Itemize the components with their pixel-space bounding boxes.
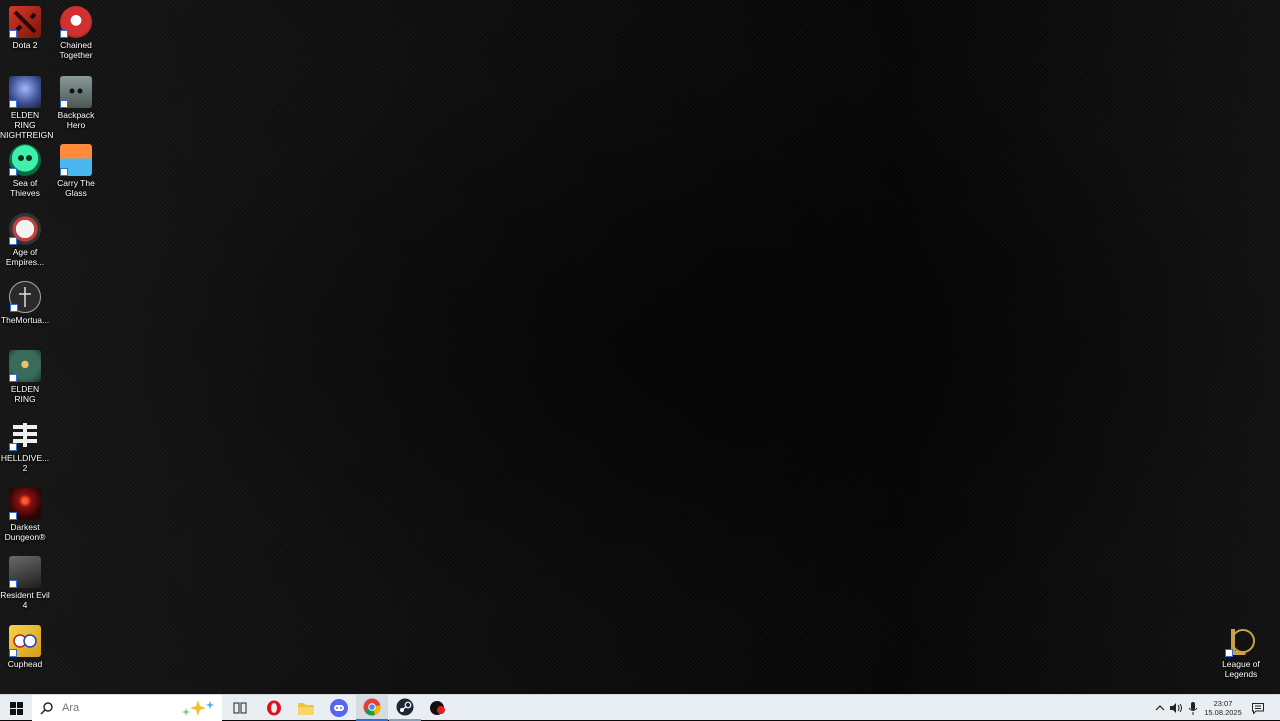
taskbar: 23:07 15.08.2025 [0, 694, 1280, 721]
search-icon [40, 702, 53, 715]
taskbar-chrome[interactable] [356, 695, 388, 721]
tray-microphone[interactable] [1185, 695, 1201, 721]
microphone-icon [1188, 701, 1198, 715]
desktop-icon-label: Carry The Glass [57, 178, 95, 198]
opera-icon [267, 700, 281, 716]
search-input[interactable] [60, 701, 174, 715]
desktop-icon-label: TheMortua... [0, 315, 50, 325]
dota2-icon [9, 6, 41, 38]
desktop-icon-resident-evil-4[interactable]: Resident Evil 4 [0, 556, 50, 610]
cuphead-icon [9, 625, 41, 657]
carry-the-glass-icon [60, 144, 92, 176]
desktop-icon-cuphead[interactable]: Cuphead [0, 625, 50, 669]
task-view-icon [233, 702, 247, 714]
taskbar-opera[interactable] [258, 695, 290, 721]
desktop-icon-elden-ring-nightreign[interactable]: ELDEN RING NIGHTREIGN [0, 76, 54, 140]
search-highlight-icon [182, 700, 214, 716]
backpack-hero-icon [60, 76, 92, 108]
desktop-icon-label: Darkest Dungeon® [4, 522, 46, 542]
tray-volume[interactable] [1168, 695, 1184, 721]
tray-overflow-button[interactable] [1152, 695, 1168, 721]
desktop-icon-label: Resident Evil 4 [0, 590, 50, 610]
task-view-button[interactable] [226, 695, 254, 721]
elden-ring-nightreign-icon [9, 76, 41, 108]
desktop-icon-age-of-empires[interactable]: Age of Empires... [0, 213, 50, 267]
desktop-icon-dota-2[interactable]: Dota 2 [0, 6, 50, 50]
clock-date: 15.08.2025 [1204, 708, 1242, 717]
file-explorer-icon [298, 703, 314, 715]
desktop-icon-label: HELLDIVE... 2 [0, 453, 50, 473]
sea-of-thieves-icon [9, 144, 41, 176]
desktop-icon-league-of-legends[interactable]: League of Legends [1216, 625, 1266, 679]
desktop-icon-elden-ring[interactable]: ELDEN RING [0, 350, 50, 404]
desktop-icon-label: ELDEN RING [10, 384, 40, 404]
discord-icon [330, 699, 348, 717]
steam-icon [396, 698, 414, 716]
tray-notifications[interactable] [1248, 695, 1268, 721]
elden-ring-icon [9, 350, 41, 382]
chained-together-icon [60, 6, 92, 38]
the-mortuary-icon [9, 281, 41, 313]
taskbar-discord[interactable] [323, 695, 355, 721]
volume-icon [1170, 703, 1182, 713]
desktop-background: Dota 2 ELDEN RING NIGHTREIGN Sea of Thie… [0, 0, 1280, 694]
taskbar-app-red[interactable] [422, 695, 454, 721]
resident-evil-4-icon [9, 556, 41, 588]
taskbar-steam[interactable] [389, 695, 421, 721]
desktop-icon-label: Backpack Hero [57, 110, 95, 130]
app-red-icon [430, 701, 445, 715]
age-of-empires-icon [9, 213, 41, 245]
desktop-icon-label: Sea of Thieves [10, 178, 40, 198]
desktop-icon-label: Dota 2 [12, 40, 38, 50]
desktop-icon-carry-the-glass[interactable]: Carry The Glass [51, 144, 101, 198]
desktop-icon-label: ELDEN RING NIGHTREIGN [0, 110, 54, 140]
desktop-icon-chained-together[interactable]: Chained Together [51, 6, 101, 60]
desktop-icon-darkest-dungeon[interactable]: Darkest Dungeon® [0, 488, 50, 542]
start-button[interactable] [0, 695, 32, 721]
helldivers-2-icon [9, 419, 41, 451]
windows-start-icon [9, 701, 23, 715]
desktop-icon-label: Cuphead [7, 659, 43, 669]
desktop-icon-label: Age of Empires... [5, 247, 45, 267]
taskbar-search[interactable] [32, 695, 222, 721]
desktop-icon-sea-of-thieves[interactable]: Sea of Thieves [0, 144, 50, 198]
taskbar-file-explorer[interactable] [290, 695, 322, 721]
desktop-icon-label: Chained Together [59, 40, 93, 60]
chrome-icon [363, 698, 381, 716]
desktop-icon-helldivers-2[interactable]: HELLDIVE... 2 [0, 419, 50, 473]
darkest-dungeon-icon [9, 488, 41, 520]
league-of-legends-icon [1225, 625, 1257, 657]
desktop-icon-the-mortuary[interactable]: TheMortua... [0, 281, 50, 325]
desktop-icon-backpack-hero[interactable]: Backpack Hero [51, 76, 101, 130]
clock-time: 23:07 [1213, 699, 1233, 708]
notification-icon [1252, 702, 1264, 714]
chevron-up-icon [1155, 705, 1165, 711]
desktop-icon-label: League of Legends [1222, 659, 1260, 679]
tray-clock[interactable]: 23:07 15.08.2025 [1202, 695, 1244, 721]
